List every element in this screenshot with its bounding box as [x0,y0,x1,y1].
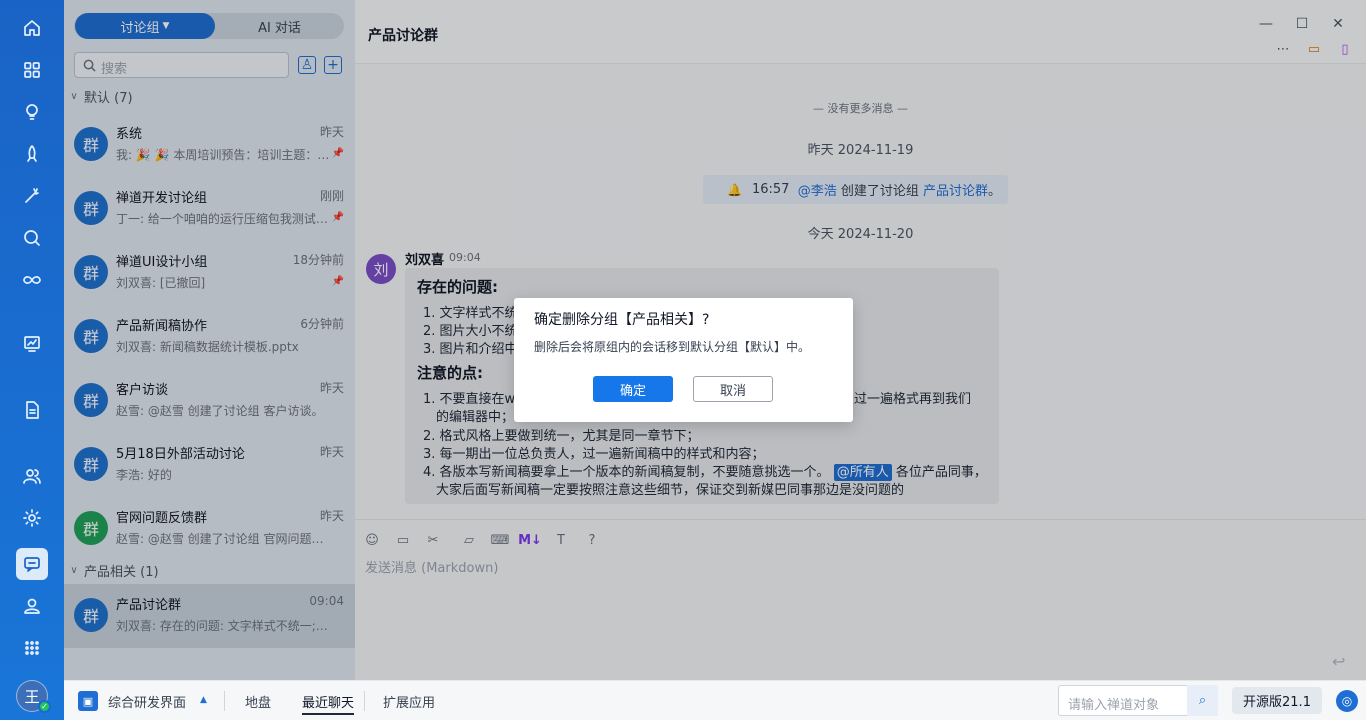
left-rail: 王 ✓ [0,0,64,720]
confirm-button[interactable]: 确定 [593,376,673,402]
bottom-bar: ▣ 综合研发界面 ▲ 地盘 最近聊天 扩展应用 请输入禅道对象 ⌕ 开源版21.… [64,680,1366,720]
search-icon[interactable]: ⌕ [1187,685,1218,716]
more-apps-icon[interactable] [16,632,48,664]
version-badge[interactable]: 开源版21.1 [1232,687,1322,714]
workspace-icon: ▣ [78,691,98,711]
tab-dashboard[interactable]: 地盘 [245,692,271,711]
rocket-icon[interactable] [16,138,48,170]
infinity-icon[interactable] [16,264,48,296]
wand-icon[interactable] [16,180,48,212]
tab-recent-chats[interactable]: 最近聊天 [302,692,355,715]
caret-up-icon[interactable]: ▲ [200,695,207,705]
workspace-switch[interactable]: 综合研发界面 [108,692,186,711]
search-icon[interactable] [16,222,48,254]
gear-icon[interactable] [16,502,48,534]
apps-grid-icon[interactable] [16,54,48,86]
document-icon[interactable] [16,394,48,426]
dialog-message: 删除后会将原组内的会话移到默认分组【默认】中。 [534,340,811,354]
screen-icon[interactable] [16,328,48,360]
confirm-dialog: 确定删除分组【产品相关】? 删除后会将原组内的会话移到默认分组【默认】中。 确定… [514,298,853,422]
cancel-button[interactable]: 取消 [693,376,773,402]
divider [224,691,225,711]
users-icon[interactable] [16,460,48,492]
bulb-icon[interactable] [16,96,48,128]
object-search-placeholder: 请输入禅道对象 [1068,698,1160,713]
zentao-logo-icon[interactable]: ◎ [1336,690,1358,712]
online-status-icon: ✓ [38,700,51,713]
chat-icon[interactable] [16,548,48,580]
app-window: 王 ✓ 讨论组 ▼ AI 对话 搜索 ♙ + ∨ 默认 (7) 群 系统 昨天 我:… [0,0,1366,720]
divider [364,691,365,711]
home-icon[interactable] [16,12,48,44]
tab-extensions[interactable]: 扩展应用 [383,692,435,711]
person-icon[interactable] [16,590,48,622]
dialog-title: 确定删除分组【产品相关】? [534,312,710,328]
